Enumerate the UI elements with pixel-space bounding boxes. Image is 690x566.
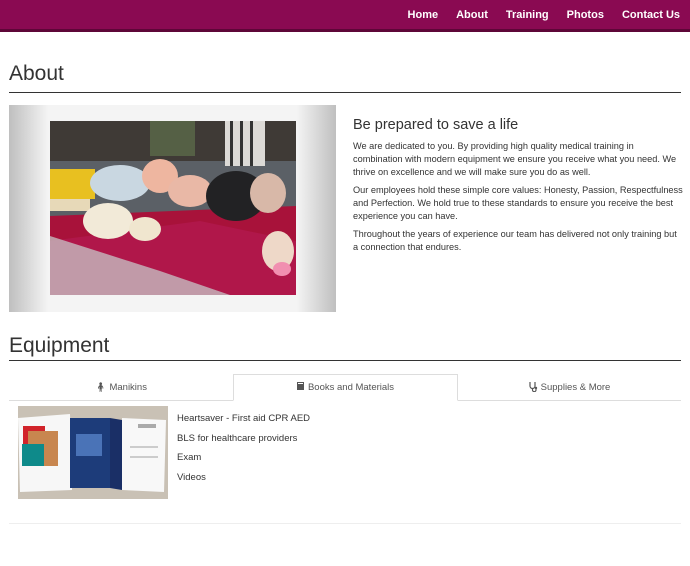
about-heading: Be prepared to save a life [353,117,519,133]
stethoscope-icon [529,381,538,394]
books-materials-image [18,406,168,499]
tab-label: Manikins [109,382,147,393]
list-item: Videos [177,471,206,483]
about-divider [9,92,681,93]
list-item: Heartsaver - First aid CPR AED [177,413,311,424]
nav-link-photos[interactable]: Photos [567,9,604,21]
equipment-divider [9,360,681,361]
about-text: Be prepared to save a life We are dedica… [353,117,683,259]
nav-link-home[interactable]: Home [408,9,439,21]
about-title: About [9,62,64,85]
equipment-tabs: 🧍︎ Manikins Books and Materials Supplies… [9,374,681,401]
nav-links: Home About Training Photos Contact Us [408,0,680,29]
tab-books-and-materials[interactable]: Books and Materials [233,374,458,401]
about-paragraph: We are dedicated to you. By providing hi… [353,141,677,177]
content-bottom-divider [9,523,681,524]
equipment-title: Equipment [9,334,110,357]
nav-link-training[interactable]: Training [506,9,549,21]
tab-label: Books and Materials [307,382,395,393]
list-item: Exam [177,452,202,463]
materials-list: Heartsaver - First aid CPR AED BLS for h… [177,413,310,491]
about-paragraph: Our employees hold these simple core val… [353,185,683,221]
book-icon [296,382,305,393]
cpr-training-photo [50,121,296,295]
tab-manikins[interactable]: 🧍︎ Manikins [9,374,233,401]
tab-supplies-and-more[interactable]: Supplies & More [458,374,681,401]
tab-label: Supplies & More [540,382,611,393]
list-item: BLS for healthcare providers [177,432,298,444]
person-icon: 🧍︎ [95,382,107,392]
nav-link-contact-us[interactable]: Contact Us [622,9,680,21]
nav-link-about[interactable]: About [456,9,488,21]
about-paragraph: Throughout the years of experience our t… [353,229,677,252]
about-image [9,105,336,312]
top-navbar: Home About Training Photos Contact Us [0,0,690,32]
